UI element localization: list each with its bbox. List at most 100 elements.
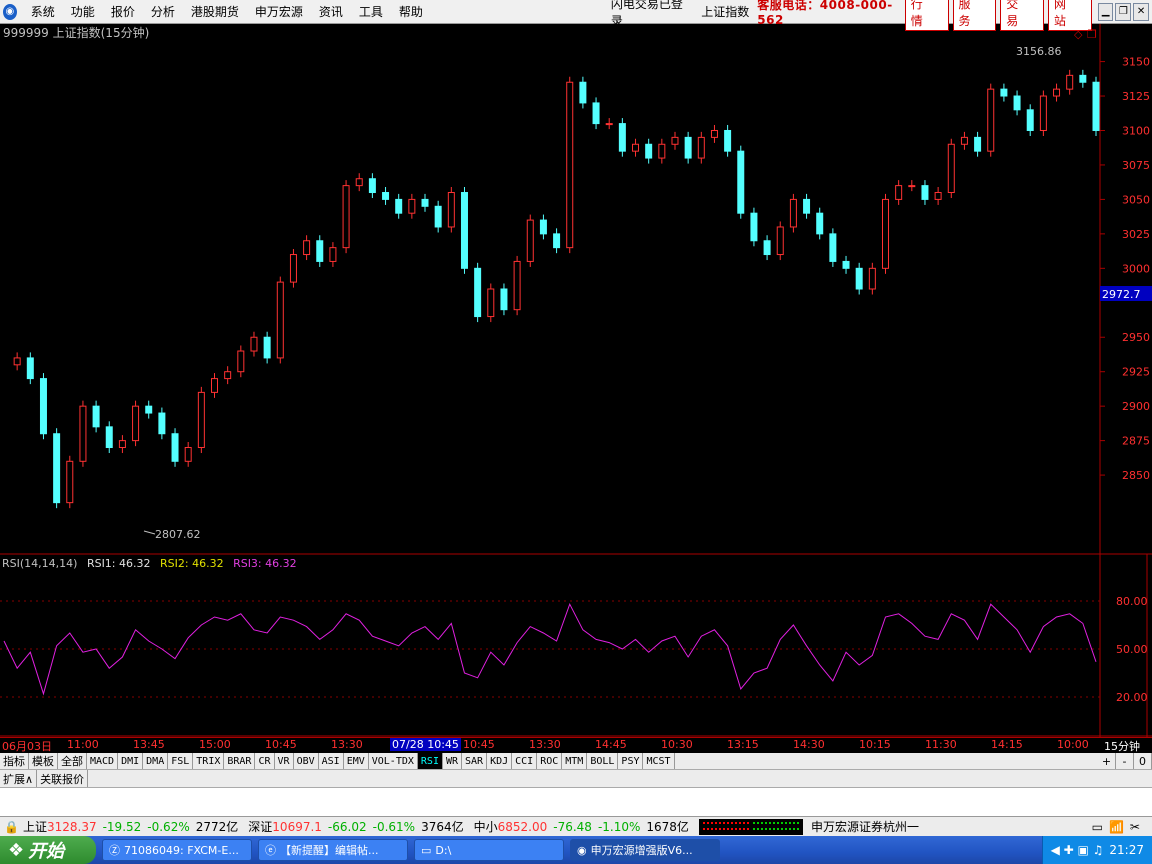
task-edit-post[interactable]: ⓔ 【新提醒】编辑帖... <box>258 839 408 861</box>
candle-body <box>513 260 521 311</box>
close-icon[interactable]: ✕ <box>1133 2 1150 21</box>
candle-body <box>1026 109 1034 131</box>
indicator-tab-sar[interactable]: SAR <box>462 753 488 769</box>
sh-change: -19.52 <box>102 819 142 834</box>
tab-control-button[interactable]: + <box>1098 753 1116 769</box>
status-bar: 🔒 上证 3128.37 -19.52 -0.62% 2772亿 深证 1069… <box>0 816 1152 836</box>
candle-body <box>171 433 179 462</box>
indicator-tab-vr[interactable]: VR <box>275 753 294 769</box>
indicator-tab-wr[interactable]: WR <box>443 753 463 769</box>
indicator-tab-asi[interactable]: ASI <box>319 753 344 769</box>
indicator-tab-emv[interactable]: EMV <box>344 753 369 769</box>
rsi-panel: RSI(14,14,14) RSI1: 46.32 RSI2: 46.32 RS… <box>0 557 1148 704</box>
tab-control-button[interactable]: 0 <box>1134 753 1152 769</box>
task-fxcm[interactable]: Ⓩ 71086049: FXCM-E... <box>102 839 252 861</box>
indicator-tab-obv[interactable]: OBV <box>294 753 319 769</box>
status-tray-icons[interactable]: ▭📶✂ <box>1092 820 1146 834</box>
indicator-tab-macd[interactable]: MACD <box>87 753 119 769</box>
candle-body <box>460 192 468 269</box>
indicator-tab-mcst[interactable]: MCST <box>643 753 675 769</box>
indicator-tab-模板[interactable]: 模板 <box>29 753 58 769</box>
indicator-tab-boll[interactable]: BOLL <box>587 753 619 769</box>
candle-body <box>987 88 995 152</box>
menu-tools[interactable]: 工具 <box>351 3 391 20</box>
tray-icons[interactable]: ◀ ✚ ▣ ♫ <box>1051 843 1104 857</box>
menu-function[interactable]: 功能 <box>63 3 103 20</box>
candle-body <box>303 240 311 256</box>
task-drive-d[interactable]: ▭ D:\ <box>414 839 564 861</box>
indicator-tab-kdj[interactable]: KDJ <box>487 753 513 769</box>
menu-analysis[interactable]: 分析 <box>143 3 183 20</box>
candle-body <box>447 192 455 228</box>
candle-body <box>618 123 626 152</box>
candle-body <box>1053 88 1061 97</box>
candle-body <box>105 426 113 449</box>
candle-body <box>763 240 771 256</box>
indicator-tab-psy[interactable]: PSY <box>618 753 644 769</box>
indicator-tab-trix[interactable]: TRIX <box>193 753 225 769</box>
candle-body <box>13 357 21 366</box>
indicator-tab-dmi[interactable]: DMI <box>118 753 144 769</box>
expand-tab[interactable]: 扩展∧ <box>0 770 38 787</box>
candle-body <box>395 198 403 214</box>
candle-body <box>355 178 363 187</box>
indicator-tab-指标[interactable]: 指标 <box>0 753 29 769</box>
expand-icon[interactable]: ❐ <box>1087 28 1097 41</box>
sub-tabs: 扩展∧ 关联报价 <box>0 770 1152 788</box>
indicator-tab-dma[interactable]: DMA <box>143 753 169 769</box>
chart-area[interactable]: 999999 上证指数(15分钟) 3150 3125 3100 3075 3050 30… <box>0 24 1152 737</box>
candle-body <box>237 350 245 373</box>
indicator-tab-roc[interactable]: ROC <box>537 753 563 769</box>
candle-body <box>79 405 87 462</box>
candle-body <box>329 247 337 262</box>
candle-body <box>842 260 850 269</box>
price-tick-label: 2925 <box>1122 366 1150 379</box>
clock: 21:27 <box>1109 843 1144 857</box>
indicator-tab-mtm[interactable]: MTM <box>562 753 588 769</box>
tab-control-button[interactable]: - <box>1116 753 1134 769</box>
swhy-icon: ◉ <box>577 843 587 857</box>
related-quote-tab[interactable]: 关联报价 <box>37 770 89 787</box>
diamond-icon[interactable]: ◇ <box>1074 28 1083 41</box>
indicator-tab-brar[interactable]: BRAR <box>224 753 256 769</box>
candle-body <box>632 143 640 152</box>
menu-hk-futures[interactable]: 港股期货 <box>183 3 247 20</box>
start-label: 开始 <box>28 841 65 862</box>
lock-icon[interactable]: 🔒 <box>4 820 19 834</box>
candle-body <box>605 123 613 126</box>
candle-body <box>816 212 824 235</box>
time-axis-label: 15:00 <box>199 738 231 751</box>
candle-body <box>316 240 324 262</box>
price-tick-label: 3050 <box>1122 193 1150 206</box>
time-axis-label: 11:00 <box>67 738 99 751</box>
indicator-tab-rsi[interactable]: RSI <box>417 753 443 769</box>
candle-body <box>145 405 153 414</box>
time-axis-label: 06月03日 <box>2 740 52 753</box>
menu-info[interactable]: 资讯 <box>311 3 351 20</box>
restore-icon[interactable]: ❐ <box>1115 2 1132 21</box>
menu-system[interactable]: 系统 <box>23 3 63 20</box>
minimize-icon[interactable]: ▁ <box>1097 2 1114 21</box>
rsi-tick-label: 20.00 <box>1116 691 1148 704</box>
menu-quote[interactable]: 报价 <box>103 3 143 20</box>
task-swhy[interactable]: ◉ 申万宏源增强版V6... <box>570 839 720 861</box>
rsi-title: RSI(14,14,14) <box>2 557 77 570</box>
indicator-tab-vol-tdx[interactable]: VOL-TDX <box>369 753 418 769</box>
period-label[interactable]: 15分钟 <box>1104 738 1140 754</box>
indicator-tab-fsl[interactable]: FSL <box>168 753 194 769</box>
price-tick-label: 3000 <box>1122 262 1150 275</box>
time-axis-label: 10:45 <box>265 738 297 751</box>
indicator-tab-cr[interactable]: CR <box>255 753 275 769</box>
candle-body <box>250 336 258 352</box>
menu-swhy[interactable]: 申万宏源 <box>247 3 311 20</box>
candle-body <box>553 233 561 249</box>
indicator-tab-全部[interactable]: 全部 <box>58 753 87 769</box>
start-button[interactable]: ❖ 开始 <box>0 836 96 864</box>
menu-help[interactable]: 帮助 <box>391 3 431 20</box>
price-tick-label: 3150 <box>1122 56 1150 69</box>
candle-body <box>645 143 653 159</box>
indicator-tab-cci[interactable]: CCI <box>512 753 538 769</box>
candle-body <box>1066 74 1074 90</box>
indicator-tabs: 指标 模板 全部 MACD DMI DMA FSL TRIX BRAR CR VR OBV ASI EMV… <box>0 753 1152 770</box>
sh-amount: 2772亿 <box>195 820 239 834</box>
